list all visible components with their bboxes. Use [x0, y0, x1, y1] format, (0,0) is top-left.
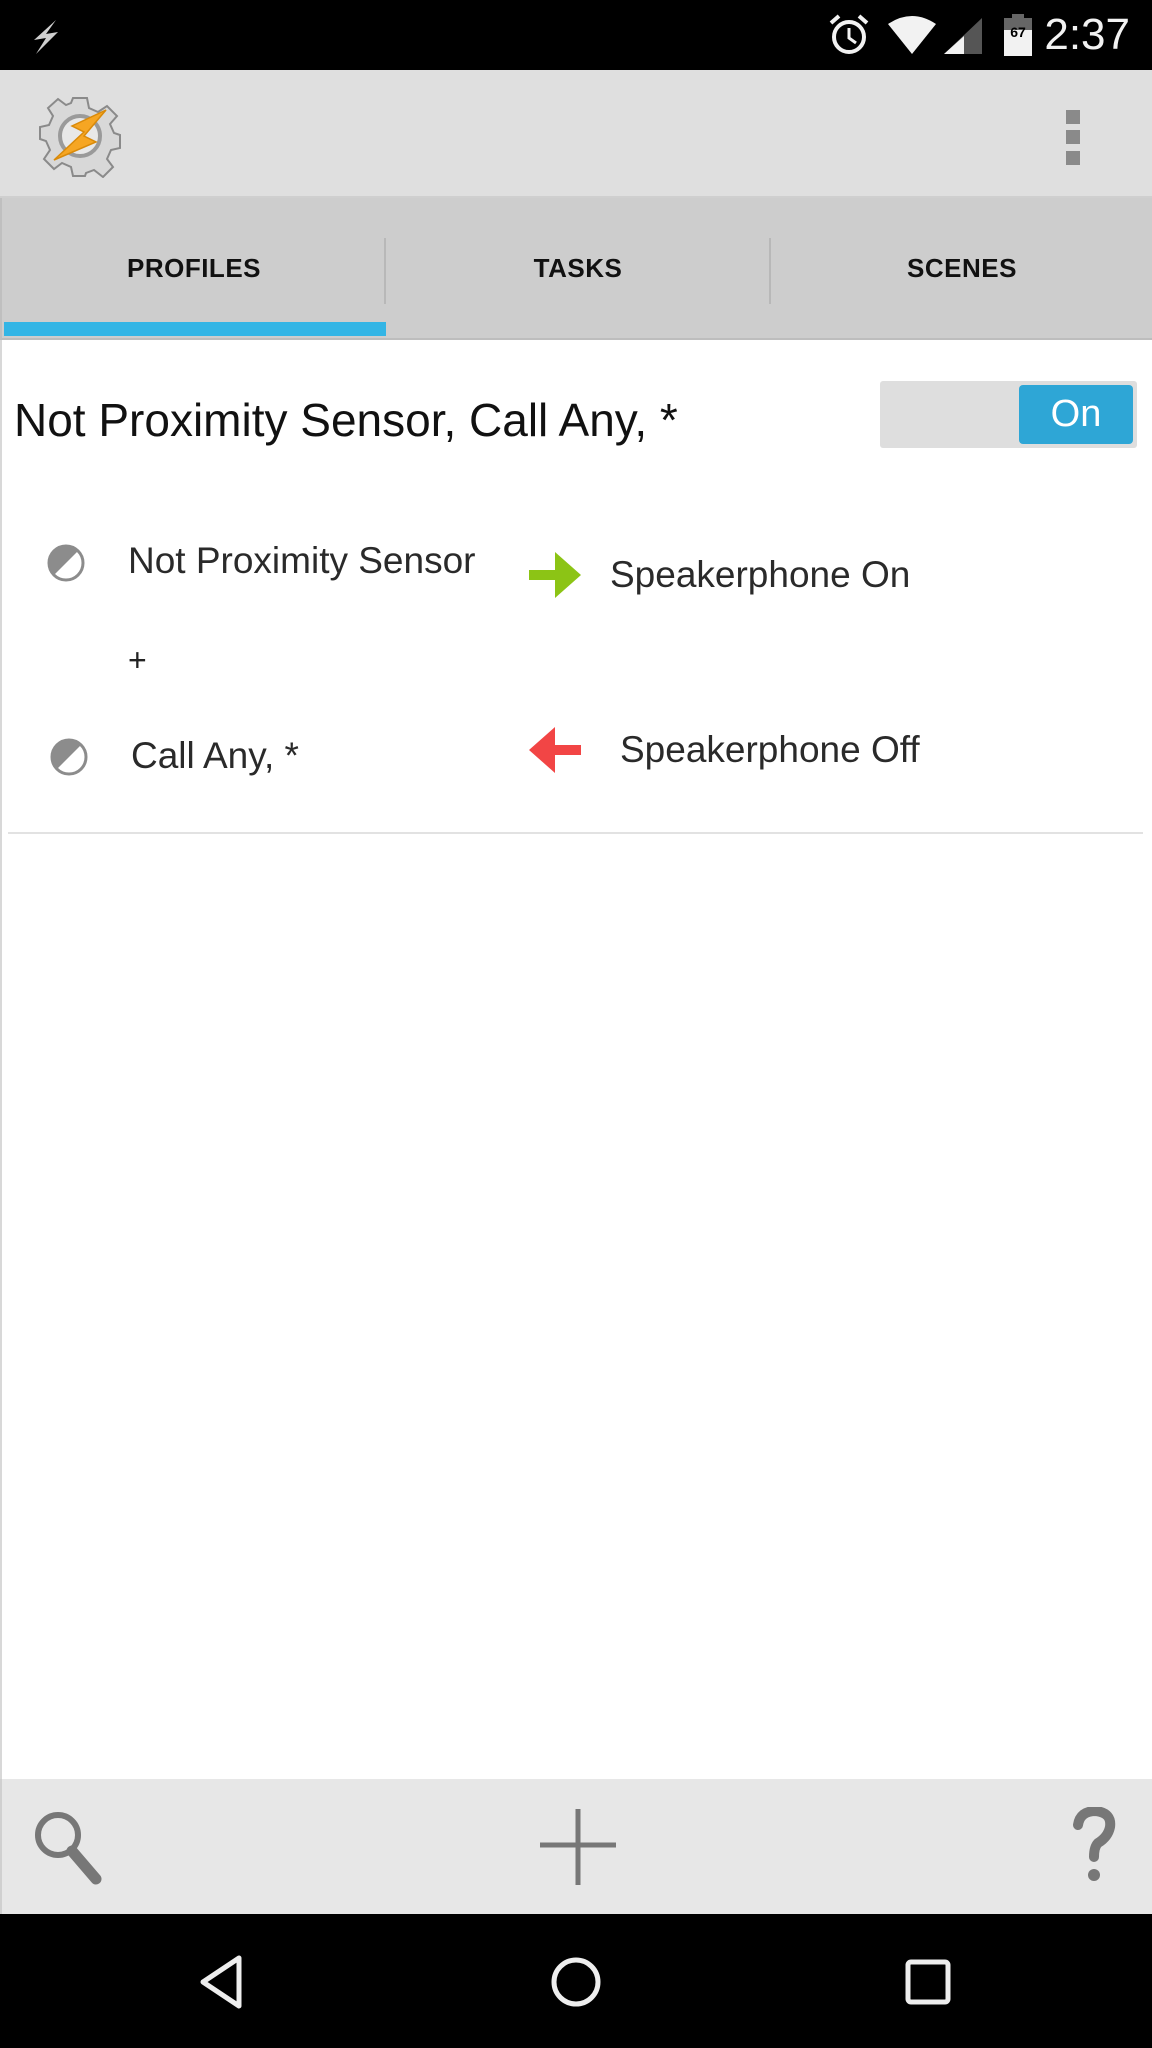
exit-task-label[interactable]: Speakerphone Off [620, 728, 920, 772]
battery-level: 67 [1010, 24, 1026, 40]
clock: 2:37 [1044, 10, 1130, 59]
selected-tab-indicator [4, 322, 386, 336]
add-icon [540, 1809, 616, 1885]
enter-task-label[interactable]: Speakerphone On [610, 553, 910, 597]
wifi-icon [888, 16, 936, 54]
home-icon [551, 1957, 601, 2007]
back-button[interactable] [195, 1952, 255, 2012]
overflow-menu-button[interactable] [1066, 110, 1080, 166]
help-icon [1073, 1805, 1116, 1881]
profile-divider [8, 832, 1143, 834]
search-icon [35, 1812, 102, 1885]
bottom-toolbar [0, 1779, 1152, 1914]
tab-bar: PROFILES TASKS SCENES [0, 198, 1152, 340]
search-button[interactable] [30, 1807, 110, 1887]
help-button[interactable] [1064, 1805, 1124, 1887]
recents-button[interactable] [898, 1952, 958, 2012]
context-joiner: + [128, 642, 147, 678]
tasker-logo-icon[interactable] [38, 94, 122, 178]
profile-enabled-toggle[interactable]: On [880, 381, 1137, 448]
state-icon[interactable] [46, 543, 86, 583]
flash-icon [34, 20, 58, 54]
tab-tasks[interactable]: TASKS [386, 198, 770, 338]
enter-arrow-icon [529, 552, 581, 598]
status-bar: 67 2:37 [0, 0, 1152, 70]
profile-title[interactable]: Not Proximity Sensor, Call Any, * [14, 392, 678, 448]
state-icon[interactable] [49, 737, 89, 777]
exit-arrow-icon [529, 727, 581, 773]
cell-signal-icon [944, 18, 982, 54]
tab-scenes[interactable]: SCENES [770, 198, 1152, 338]
navigation-bar [0, 1914, 1152, 2048]
recents-icon [905, 1959, 951, 2005]
home-button[interactable] [546, 1952, 606, 2012]
alarm-icon [829, 14, 869, 54]
toggle-thumb: On [1019, 385, 1133, 444]
tab-profiles[interactable]: PROFILES [2, 198, 386, 338]
battery-icon: 67 [1004, 14, 1032, 56]
add-button[interactable] [538, 1807, 618, 1887]
back-icon [200, 1955, 242, 2009]
app-bar [0, 70, 1152, 198]
context-label[interactable]: Call Any, * [131, 734, 299, 778]
context-label[interactable]: Not Proximity Sensor [128, 539, 476, 583]
